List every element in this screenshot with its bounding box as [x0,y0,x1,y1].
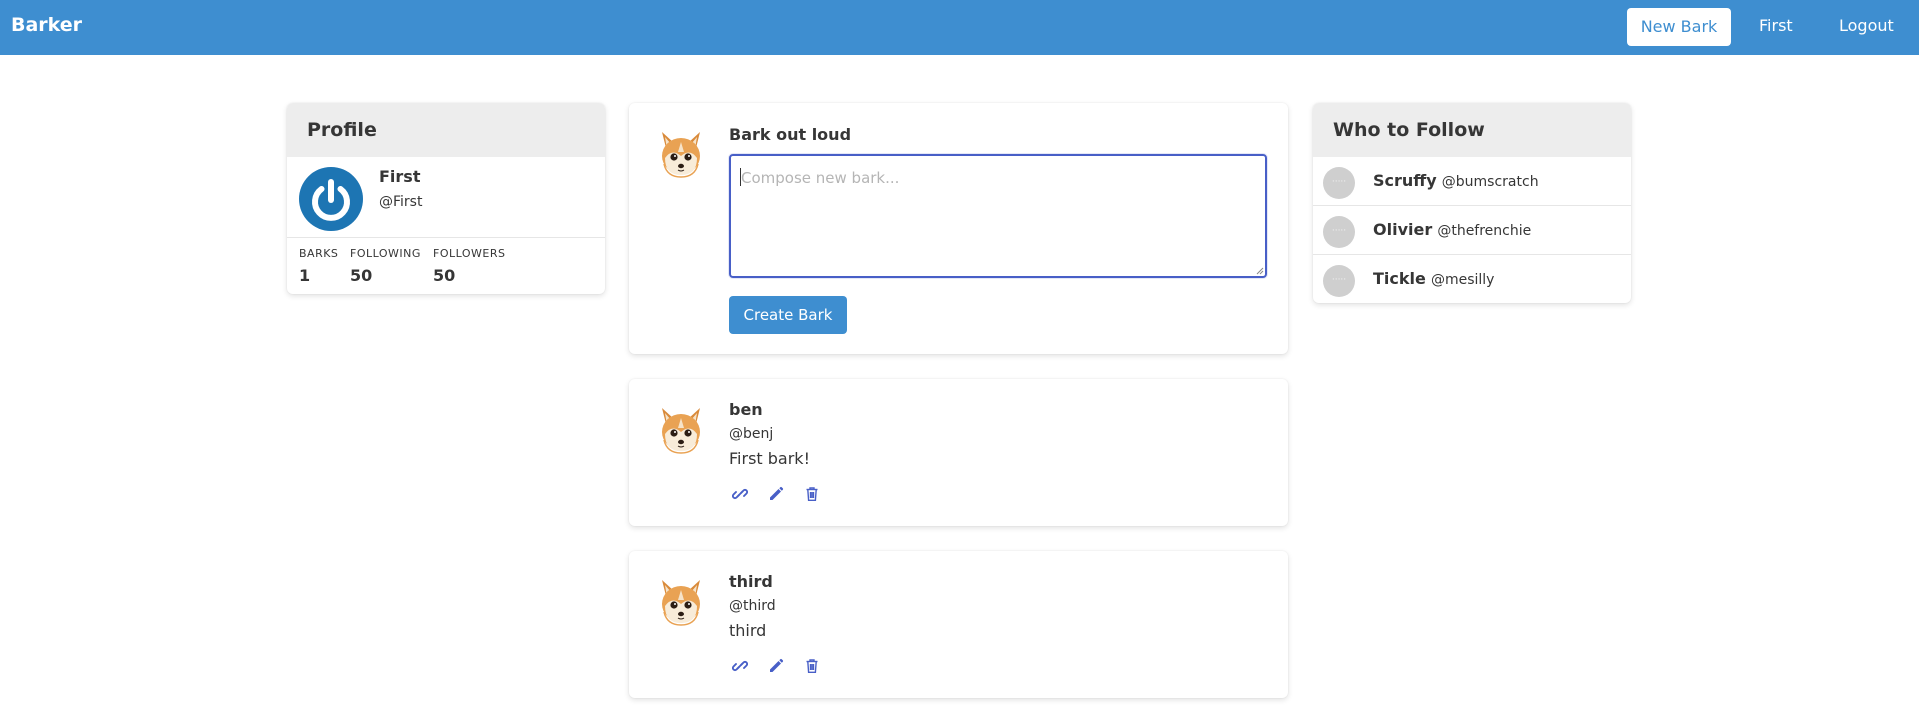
pencil-icon[interactable] [768,486,784,502]
suggestion-avatar: ····· [1323,265,1355,297]
suggestion-avatar: ····· [1323,216,1355,248]
create-bark-button[interactable]: Create Bark [729,296,847,334]
dog-avatar-icon [657,576,705,628]
user-menu-link[interactable]: First [1759,16,1793,35]
bark-author-name[interactable]: ben [729,400,763,419]
follow-suggestion[interactable]: ····· Scruffy @bumscratch [1313,157,1631,205]
suggestion-name[interactable]: Scruffy [1373,171,1437,190]
bark-text: third [729,621,767,640]
trash-icon[interactable] [804,486,820,502]
resize-handle-icon[interactable] [1256,267,1264,275]
dog-avatar-icon [657,404,705,456]
follow-suggestion[interactable]: ····· Tickle @mesilly [1313,255,1631,303]
link-icon[interactable] [732,658,748,674]
suggestion-avatar: ····· [1323,167,1355,199]
bark-author-name[interactable]: third [729,572,773,591]
stat-label: FOLLOWING [350,247,421,260]
follow-suggestion[interactable]: ····· Olivier @thefrenchie [1313,206,1631,254]
suggestion-handle: @bumscratch [1441,174,1539,190]
compose-title: Bark out loud [729,125,852,144]
profile-card: Profile First @First BARKS 1 FOLLOWING 5… [287,103,605,294]
who-to-follow-card: Who to Follow ····· Scruffy @bumscratch … [1313,103,1631,303]
suggestion-text: Scruffy @bumscratch [1373,171,1539,190]
profile-stat-following[interactable]: FOLLOWING 50 [350,247,421,285]
new-bark-button[interactable]: New Bark [1627,8,1731,46]
compose-card: Bark out loud Compose new bark... Create… [629,103,1288,354]
link-icon[interactable] [732,486,748,502]
text-caret [740,168,741,186]
bark-text: First bark! [729,449,810,468]
suggestion-text: Tickle @mesilly [1373,269,1494,288]
profile-avatar [299,167,363,231]
navbar: Barker New Bark First Logout [0,0,1919,55]
suggestion-handle: @thefrenchie [1437,223,1532,239]
pencil-icon[interactable] [768,658,784,674]
suggestion-name[interactable]: Tickle [1373,269,1426,288]
dog-avatar-icon [657,128,705,180]
compose-textarea[interactable]: Compose new bark... [729,154,1267,278]
profile-handle: @First [379,194,423,210]
logout-link[interactable]: Logout [1839,16,1894,35]
profile-stat-barks[interactable]: BARKS 1 [299,247,338,285]
brand-logo[interactable]: Barker [11,14,82,36]
profile-divider [287,237,605,238]
stat-value: 50 [350,266,373,285]
power-icon [299,167,363,231]
suggestion-handle: @mesilly [1430,272,1495,288]
stat-value: 1 [299,266,311,285]
bark-card: third @third third [629,551,1288,698]
stat-value: 50 [433,266,456,285]
compose-placeholder: Compose new bark... [741,169,900,187]
profile-stat-followers[interactable]: FOLLOWERS 50 [433,247,505,285]
suggestion-text: Olivier @thefrenchie [1373,220,1531,239]
suggestion-name[interactable]: Olivier [1373,220,1432,239]
bark-author-handle: @third [729,598,776,614]
trash-icon[interactable] [804,658,820,674]
bark-author-handle: @benj [729,426,774,442]
profile-name[interactable]: First [379,167,420,186]
stat-label: FOLLOWERS [433,247,506,260]
stat-label: BARKS [299,247,339,260]
who-to-follow-header: Who to Follow [1313,103,1631,157]
profile-header: Profile [287,103,605,157]
bark-card: ben @benj First bark! [629,379,1288,526]
